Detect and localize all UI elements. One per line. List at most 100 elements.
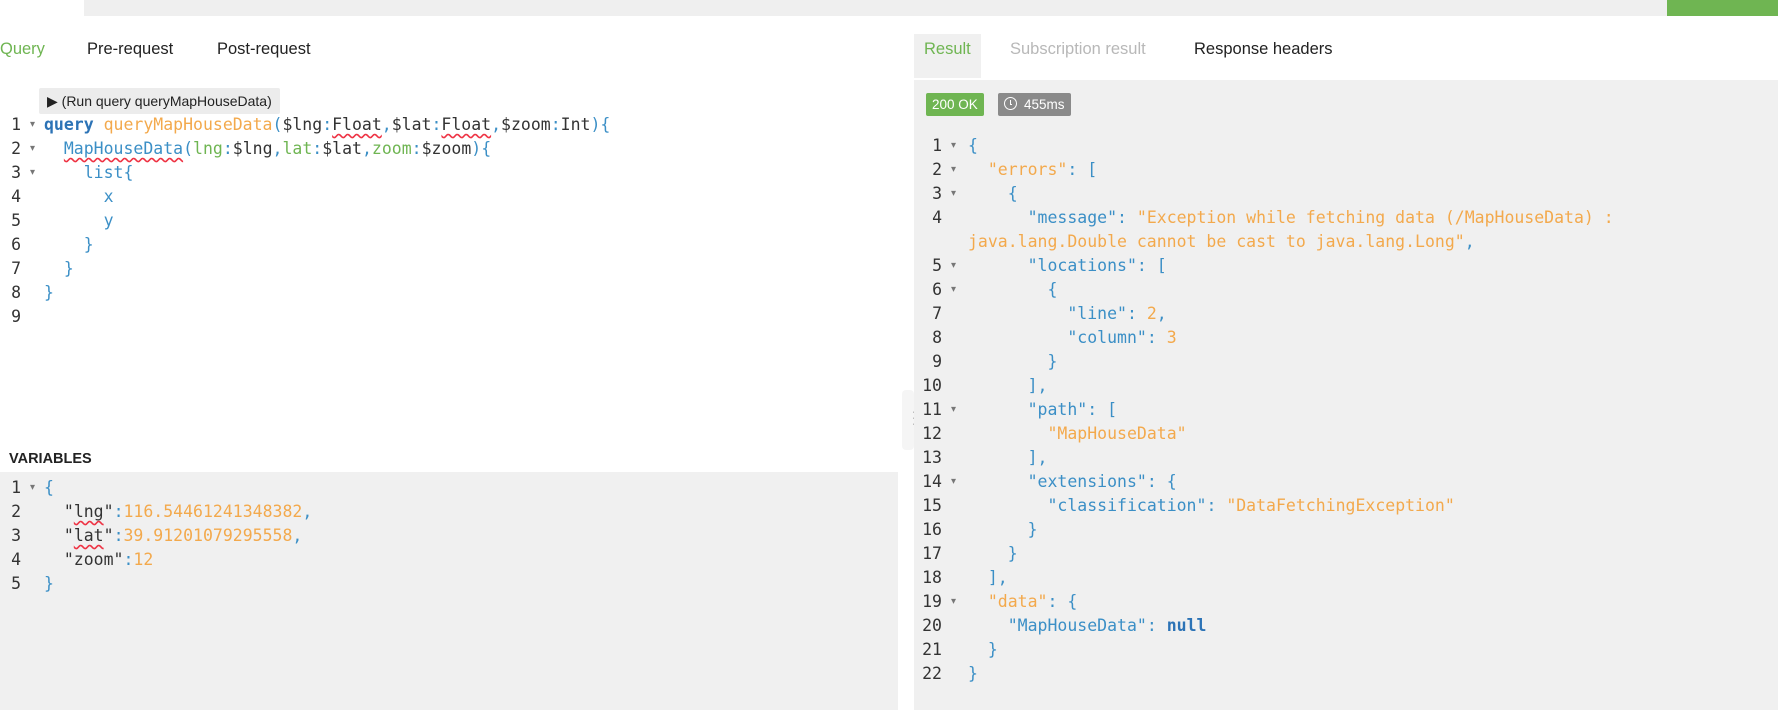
tab-query[interactable]: Query: [0, 40, 45, 59]
variables-editor[interactable]: 1 ▾{2 "lng":116.54461241348382, 3 "lat":39…: [0, 476, 898, 606]
code-token: "classification": [1047, 496, 1207, 515]
fold-arrow-icon[interactable]: ▾: [951, 158, 956, 182]
code-line: {: [968, 182, 1018, 206]
fold-arrow-icon[interactable]: ▾: [30, 476, 35, 500]
response-time: 455ms: [1024, 97, 1065, 112]
code-token: ],: [1027, 376, 1048, 395]
code-token: y: [103, 211, 114, 230]
code-line: }: [44, 233, 94, 257]
fold-arrow-icon[interactable]: ▾: [951, 254, 956, 278]
code-token: }: [44, 574, 54, 593]
line-number: 6: [11, 235, 21, 254]
line-number: 16: [922, 520, 942, 539]
code-line: }: [968, 350, 1057, 374]
line-number: 8: [932, 328, 942, 347]
line-number: 13: [922, 448, 942, 467]
code-line: "message": "Exception while fetching dat…: [968, 206, 1614, 230]
code-token: Float: [441, 115, 492, 134]
run-query-button[interactable]: ▶ (Run query queryMapHouseData): [39, 88, 280, 114]
code-token: "MapHouseData": [1007, 616, 1147, 635]
tab-subscription-result[interactable]: Subscription result: [1010, 40, 1146, 59]
code-token: }: [1047, 352, 1058, 371]
line-number: 1: [11, 478, 21, 497]
fold-arrow-icon[interactable]: ▾: [30, 113, 35, 137]
query-editor[interactable]: 1 ▾ query queryMapHouseData($lng:Float,$la…: [0, 113, 898, 333]
code-token: ": [103, 502, 114, 521]
code-line: "MapHouseData": [968, 422, 1186, 446]
code-token: $lng: [282, 115, 323, 134]
line-number: 20: [922, 616, 942, 635]
line-number: 11: [922, 400, 942, 419]
tab-post-request[interactable]: Post-request: [217, 40, 311, 59]
line-number: 3: [11, 526, 21, 545]
fold-arrow-icon[interactable]: ▾: [30, 137, 35, 161]
fold-arrow-icon[interactable]: ▾: [951, 182, 956, 206]
line-number: 1: [932, 136, 942, 155]
code-line: }: [968, 542, 1018, 566]
line-number: 8: [11, 283, 21, 302]
fold-arrow-icon[interactable]: ▾: [951, 590, 956, 614]
fold-arrow-icon[interactable]: ▾: [951, 470, 956, 494]
code-token: (: [272, 115, 283, 134]
code-token: (: [183, 139, 194, 158]
code-token: {: [968, 136, 978, 155]
tab-response-headers[interactable]: Response headers: [1194, 40, 1333, 59]
code-token: :: [322, 115, 333, 134]
fold-arrow-icon[interactable]: ▾: [951, 134, 956, 158]
code-token: :: [1146, 616, 1167, 635]
fold-arrow-icon[interactable]: ▾: [30, 161, 35, 185]
top-tab-active[interactable]: [0, 0, 84, 16]
code-token: lng: [73, 502, 104, 521]
code-token: "data": [987, 592, 1048, 611]
code-token: }: [63, 259, 74, 278]
code-token: ){: [471, 139, 492, 158]
code-line: ],: [968, 446, 1048, 470]
code-token: "Exception while fetching data (/MapHous…: [1136, 208, 1614, 227]
code-token: ],: [987, 568, 1008, 587]
code-line: }: [968, 662, 978, 686]
line-number: 17: [922, 544, 942, 563]
line-number: 21: [922, 640, 942, 659]
code-token: :: [312, 139, 323, 158]
send-button[interactable]: [1667, 0, 1778, 16]
line-number: 3: [11, 163, 21, 182]
code-token: queryMapHouseData: [103, 115, 273, 134]
code-line: "locations": [: [968, 254, 1167, 278]
result-tabs: Result Subscription result Response head…: [914, 40, 1778, 70]
code-token: : {: [1047, 592, 1078, 611]
code-token: zoom: [371, 139, 412, 158]
code-line: }: [44, 257, 74, 281]
code-token: :: [222, 139, 233, 158]
fold-arrow-icon[interactable]: ▾: [951, 398, 956, 422]
line-number: 18: [922, 568, 942, 587]
status-badge: 200 OK: [926, 93, 984, 116]
line-number: 14: [922, 472, 942, 491]
code-line: "lat":39.91201079295558,: [44, 524, 302, 548]
code-token: 39.91201079295558: [123, 526, 293, 545]
code-token: "locations": [1027, 256, 1137, 275]
line-number: 22: [922, 664, 942, 683]
code-line: }: [44, 281, 54, 305]
fold-arrow-icon[interactable]: ▾: [951, 278, 956, 302]
code-line: {: [44, 476, 54, 500]
code-token: {: [123, 163, 134, 182]
tab-result[interactable]: Result: [924, 40, 971, 59]
code-line: "extensions": {: [968, 470, 1177, 494]
tab-pre-request[interactable]: Pre-request: [87, 40, 173, 59]
code-token: $zoom: [501, 115, 551, 134]
code-token: 3: [1166, 328, 1177, 347]
code-token: query: [44, 115, 94, 134]
code-token: "path": [1027, 400, 1088, 419]
code-token: "DataFetchingException": [1226, 496, 1455, 515]
code-token: : [: [1067, 160, 1098, 179]
